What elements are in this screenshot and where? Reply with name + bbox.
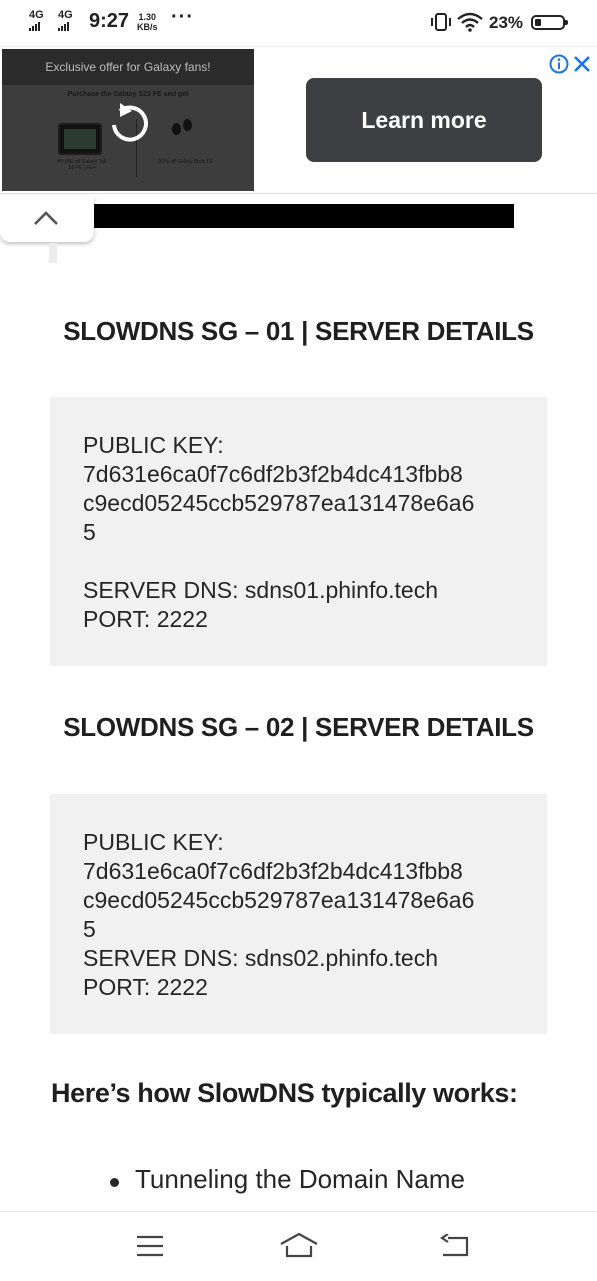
server-port: PORT: 2222 [83,606,208,632]
home-icon[interactable] [279,1232,319,1258]
server-dns: SERVER DNS: sdns02.phinfo.tech [83,945,438,971]
battery-percentage: 23% [489,13,524,32]
signal-bars-icon [58,22,73,31]
list-item: Tunneling the Domain Name [108,1164,465,1195]
network-type-1: 4G [29,9,44,21]
vibrate-icon [431,13,451,31]
back-icon[interactable] [440,1234,470,1258]
close-icon[interactable] [573,55,591,73]
signal-sim2: 4G [58,10,73,31]
info-icon[interactable] [549,54,569,74]
public-key-line: 7d631e6ca0f7c6df2b3f2b4dc413fbb8 [83,858,463,884]
speed-unit: KB/s [137,22,158,32]
network-speed: 1.30 KB/s [137,12,158,32]
ad-offer-2: 30% off Galaxy Buds FE [158,159,214,165]
public-key-line: 7d631e6ca0f7c6df2b3f2b4dc413fbb8 [83,461,463,487]
earbuds-image [172,119,194,137]
public-key-label: PUBLIC KEY: [83,829,224,855]
clock: 9:27 [89,10,130,32]
menu-icon[interactable] [136,1234,164,1258]
status-bar: 4G 4G 9:27 1.30 KB/s ··· 23% [0,0,597,46]
server1-heading: SLOWDNS SG – 01 | SERVER DETAILS [63,316,534,346]
public-key-line: 5 [83,916,96,942]
network-type-2: 4G [58,9,73,21]
ad-banner[interactable]: Exclusive offer for Galaxy fans! Purchas… [0,46,597,194]
public-key-line: 5 [83,519,96,545]
ad-banner-text: Exclusive offer for Galaxy fans! [2,49,254,85]
redacted-bar [94,204,514,228]
server-port: PORT: 2222 [83,974,208,1000]
ad-collapse-button[interactable] [0,196,94,242]
how-it-works-list: Tunneling the Domain Name [108,1164,465,1195]
server2-heading: SLOWDNS SG – 02 | SERVER DETAILS [63,712,534,742]
public-key-label: PUBLIC KEY: [83,432,224,458]
navigation-bar [0,1211,597,1281]
tablet-image [58,123,102,155]
learn-more-button[interactable]: Learn more [306,78,542,162]
ad-promo-text: Purchase the Galaxy S23 FE and get [67,91,189,98]
ad-image[interactable]: Exclusive offer for Galaxy fans! Purchas… [2,49,254,191]
server-dns: SERVER DNS: sdns01.phinfo.tech [83,577,438,603]
content-edge [49,243,57,263]
replay-icon[interactable] [106,101,152,145]
ad-offer-1: ₱5,000 off Galaxy Tab S9 FE | FE+ [57,159,107,171]
chevron-up-icon [34,211,58,225]
more-notifications: ··· [171,6,194,28]
signal-sim1: 4G [29,10,44,31]
server2-details-box[interactable]: PUBLIC KEY: 7d631e6ca0f7c6df2b3f2b4dc413… [50,794,547,1034]
signal-bars-icon [29,22,44,31]
public-key-line: c9ecd05245ccb529787ea131478e6a6 [83,887,475,913]
server1-details-box[interactable]: PUBLIC KEY: 7d631e6ca0f7c6df2b3f2b4dc413… [50,397,547,666]
how-it-works-heading: Here’s how SlowDNS typically works: [51,1078,518,1108]
battery-icon [531,15,568,30]
speed-value: 1.30 [138,12,157,22]
public-key-line: c9ecd05245ccb529787ea131478e6a6 [83,490,475,516]
wifi-icon [457,12,483,32]
